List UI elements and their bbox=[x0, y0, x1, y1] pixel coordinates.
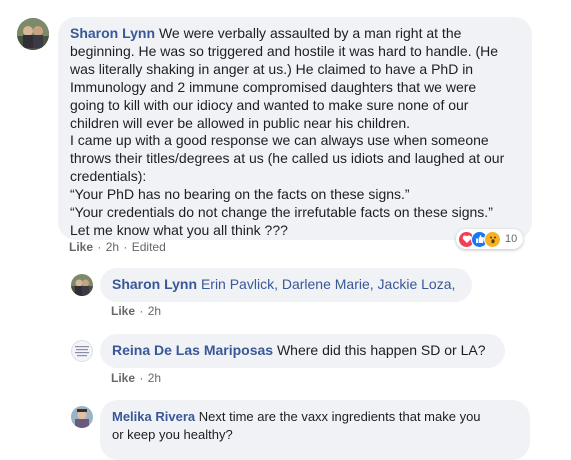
comment-text-line: Immunology and 2 immune compromised daug… bbox=[70, 78, 477, 95]
reactions-summary[interactable]: 10 bbox=[456, 229, 524, 249]
avatar[interactable] bbox=[71, 340, 93, 362]
avatar[interactable] bbox=[71, 406, 93, 428]
reply-author[interactable]: Reina De Las Mariposas bbox=[112, 342, 273, 358]
comment-text-line: “Your credentials do not change the irre… bbox=[70, 204, 493, 221]
comment-text-line: beginning. He was so triggered and hosti… bbox=[70, 42, 499, 59]
comment-text-line: We were verbally assaulted by a man righ… bbox=[158, 25, 462, 41]
avatar[interactable] bbox=[71, 274, 93, 296]
reply-text-line: or keep you healthy? bbox=[112, 426, 233, 442]
wow-icon bbox=[484, 230, 501, 248]
edited-label[interactable]: Edited bbox=[132, 240, 166, 254]
reply-timestamp[interactable]: 2h bbox=[148, 371, 161, 385]
comment-text-line: was literally shaking in anger at us.) H… bbox=[70, 60, 474, 77]
comment-bubble: Sharon Lynn We were verbally assaulted b… bbox=[58, 17, 532, 240]
reply-text: Erin Pavlick, Darlene Marie, Jackie Loza… bbox=[200, 276, 456, 292]
reply-timestamp[interactable]: 2h bbox=[148, 304, 161, 318]
reply-text-line: Next time are the vaxx ingredients that … bbox=[198, 409, 481, 424]
reply-bubble: Melika Rivera Next time are the vaxx ing… bbox=[100, 400, 530, 460]
comment-text-line: Let me know what you all think ??? bbox=[70, 221, 288, 238]
like-button[interactable]: Like bbox=[69, 240, 93, 254]
separator-dot: · bbox=[139, 371, 144, 385]
avatar[interactable] bbox=[17, 18, 49, 50]
reply-author[interactable]: Sharon Lynn bbox=[112, 276, 197, 292]
separator-dot: · bbox=[97, 240, 102, 254]
comment-text-line: going to kill with our idiocy and wanted… bbox=[70, 96, 469, 113]
separator-dot: · bbox=[139, 304, 144, 318]
reply-bubble: Sharon Lynn Erin Pavlick, Darlene Marie,… bbox=[100, 268, 472, 302]
reply-actions: Like · 2h bbox=[111, 371, 161, 385]
like-button[interactable]: Like bbox=[111, 304, 135, 318]
comment-author[interactable]: Sharon Lynn bbox=[70, 25, 155, 41]
separator-dot: · bbox=[123, 240, 128, 254]
reaction-count: 10 bbox=[505, 233, 518, 245]
comment-text-line: “Your PhD has no bearing on the facts on… bbox=[70, 186, 410, 203]
comment-timestamp[interactable]: 2h bbox=[106, 240, 119, 254]
comment-text-line: children will ever be allowed in public … bbox=[70, 114, 411, 131]
reply-bubble: Reina De Las Mariposas Where did this ha… bbox=[100, 334, 505, 368]
comment-text-line: credentials): bbox=[70, 168, 147, 185]
comment-actions: Like · 2h · Edited bbox=[69, 240, 166, 254]
reply-actions: Like · 2h bbox=[111, 304, 161, 318]
reply-author[interactable]: Melika Rivera bbox=[112, 409, 195, 424]
comment-text-line: I came up with a good response we can al… bbox=[70, 132, 489, 149]
comment-text-line: throws their titles/degrees at us (he ca… bbox=[70, 150, 505, 167]
reply-text: Where did this happen SD or LA? bbox=[276, 342, 486, 358]
like-button[interactable]: Like bbox=[111, 371, 135, 385]
